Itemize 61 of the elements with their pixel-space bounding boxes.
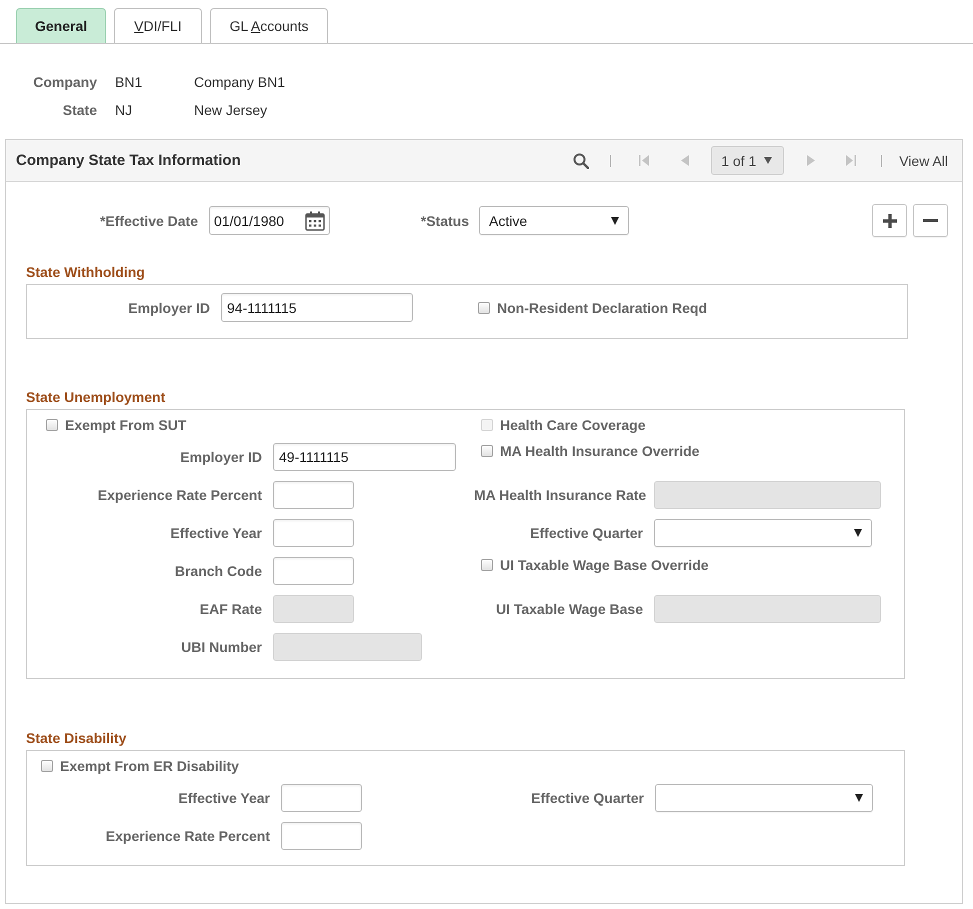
input-field[interactable]	[273, 557, 354, 585]
checkbox[interactable]	[481, 445, 493, 457]
input-field[interactable]	[273, 519, 354, 547]
dropdown-field[interactable]	[654, 519, 872, 547]
page-dropdown[interactable]: 1 of 1	[711, 146, 784, 175]
field-label: Effective Quarter	[529, 525, 643, 541]
caret-icon	[855, 794, 863, 802]
checkbox-label: Non-Resident Declaration Reqd	[497, 300, 708, 316]
field-label: Experience Rate Percent	[96, 487, 262, 503]
field-label: Effective Year	[177, 790, 270, 806]
caret-icon	[611, 216, 619, 224]
field-label: Experience Rate Percent	[104, 828, 270, 844]
checkbox-label: MA Health Insurance Override	[500, 443, 700, 459]
plus-icon	[882, 214, 896, 228]
field-label: *Effective Date	[98, 212, 198, 228]
input-field[interactable]	[281, 784, 362, 812]
field-label: Employer ID	[179, 449, 262, 465]
view-all-link[interactable]: View All	[899, 152, 948, 168]
minus-icon	[923, 218, 938, 222]
field-label: Employer ID	[127, 300, 210, 316]
caret-icon	[854, 529, 862, 537]
field-label: Company	[32, 74, 97, 90]
dropdown-field[interactable]	[655, 784, 873, 812]
input-field[interactable]	[281, 822, 362, 850]
checkbox-label: Health Care Coverage	[500, 417, 646, 433]
field-label: UI Taxable Wage Base	[494, 601, 643, 617]
calendar-icon[interactable]	[305, 210, 325, 230]
input-field[interactable]: 94-1111115	[221, 293, 413, 322]
field-label: State	[62, 102, 97, 118]
tab[interactable]: GL Accounts	[210, 8, 328, 43]
field-label: Effective Quarter	[530, 790, 644, 806]
code-value: NJ	[114, 102, 134, 118]
field-label: *Status	[420, 212, 469, 228]
search-icon[interactable]	[573, 152, 590, 168]
checkbox[interactable]	[478, 302, 490, 314]
input-field[interactable]: 49-1111115	[273, 443, 456, 471]
dropdown-field[interactable]: Active	[479, 206, 629, 235]
tab[interactable]: VDI/FLI	[114, 8, 202, 43]
section-heading: State Unemployment	[26, 388, 166, 406]
checkbox[interactable]	[46, 419, 58, 431]
section-heading: State Disability	[26, 729, 128, 747]
caret-icon	[764, 157, 772, 164]
delete-button[interactable]	[913, 204, 948, 237]
description-value: New Jersey	[194, 102, 268, 118]
code-value: BN1	[114, 74, 144, 90]
checkbox-label: Exempt From ER Disability	[60, 758, 239, 774]
checkbox[interactable]	[481, 559, 493, 571]
section-heading: State Withholding	[26, 263, 146, 281]
tab[interactable]: General	[16, 8, 106, 43]
field-label: Branch Code	[174, 563, 262, 579]
field-label: UBI Number	[180, 639, 262, 655]
description-value: Company BN1	[194, 74, 286, 90]
field-label: EAF Rate	[198, 601, 262, 617]
checkbox-label: Exempt From SUT	[65, 417, 186, 433]
field-label: Effective Year	[169, 525, 262, 541]
checkbox-label: UI Taxable Wage Base Override	[500, 557, 709, 573]
checkbox[interactable]	[41, 760, 53, 772]
add-button[interactable]	[872, 204, 907, 237]
date-field[interactable]: 01/01/1980	[209, 206, 330, 235]
input-field[interactable]	[273, 481, 354, 509]
panel-title: Company State Tax Information	[16, 152, 241, 169]
